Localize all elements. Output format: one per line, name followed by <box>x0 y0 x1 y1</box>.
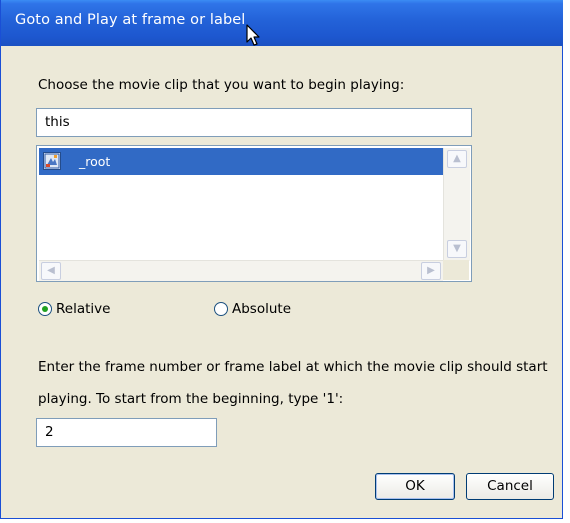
frame-instruction-line-2: playing. To start from the beginning, ty… <box>38 391 344 407</box>
relative-radio-button[interactable] <box>38 302 52 316</box>
frame-number-field[interactable]: 2 <box>36 418 217 447</box>
absolute-radio-label: Absolute <box>232 301 292 317</box>
vertical-scrollbar[interactable]: ▲ ▼ <box>443 148 470 261</box>
frame-number-value: 2 <box>45 424 54 440</box>
movie-clip-icon <box>43 152 61 170</box>
movie-clip-tree-list[interactable]: _root ▲ ▼ ◀ ▶ <box>36 145 472 282</box>
chevron-down-icon: ▼ <box>453 243 461 254</box>
absolute-radio-button[interactable] <box>214 302 228 316</box>
clip-prompt-label: Choose the movie clip that you want to b… <box>38 77 405 93</box>
relative-radio-option[interactable]: Relative <box>38 300 158 320</box>
list-item[interactable]: _root <box>39 148 443 175</box>
chevron-left-icon: ◀ <box>47 265 55 276</box>
target-path-field[interactable]: this <box>36 108 472 137</box>
goto-and-play-dialog: Goto and Play at frame or label Choose t… <box>0 0 563 519</box>
cancel-button[interactable]: Cancel <box>466 473 554 500</box>
scroll-up-button[interactable]: ▲ <box>447 150 467 168</box>
frame-instruction-line-1: Enter the frame number or frame label at… <box>38 359 548 375</box>
dialog-title: Goto and Play at frame or label <box>15 12 246 28</box>
target-path-value: this <box>45 114 70 130</box>
radio-selected-dot <box>42 306 48 312</box>
scroll-left-button[interactable]: ◀ <box>41 262 61 280</box>
relative-radio-label: Relative <box>56 301 111 317</box>
chevron-up-icon: ▲ <box>453 153 461 164</box>
absolute-radio-option[interactable]: Absolute <box>214 300 334 320</box>
scrollbar-corner <box>443 260 469 280</box>
title-bar[interactable]: Goto and Play at frame or label <box>1 0 563 46</box>
scroll-down-button[interactable]: ▼ <box>447 240 467 258</box>
chevron-right-icon: ▶ <box>427 265 435 276</box>
scroll-right-button[interactable]: ▶ <box>421 262 441 280</box>
mouse-cursor-icon <box>246 24 260 46</box>
ok-button[interactable]: OK <box>375 473 455 500</box>
horizontal-scrollbar[interactable]: ◀ ▶ <box>39 260 443 281</box>
list-item-label: _root <box>79 154 111 169</box>
